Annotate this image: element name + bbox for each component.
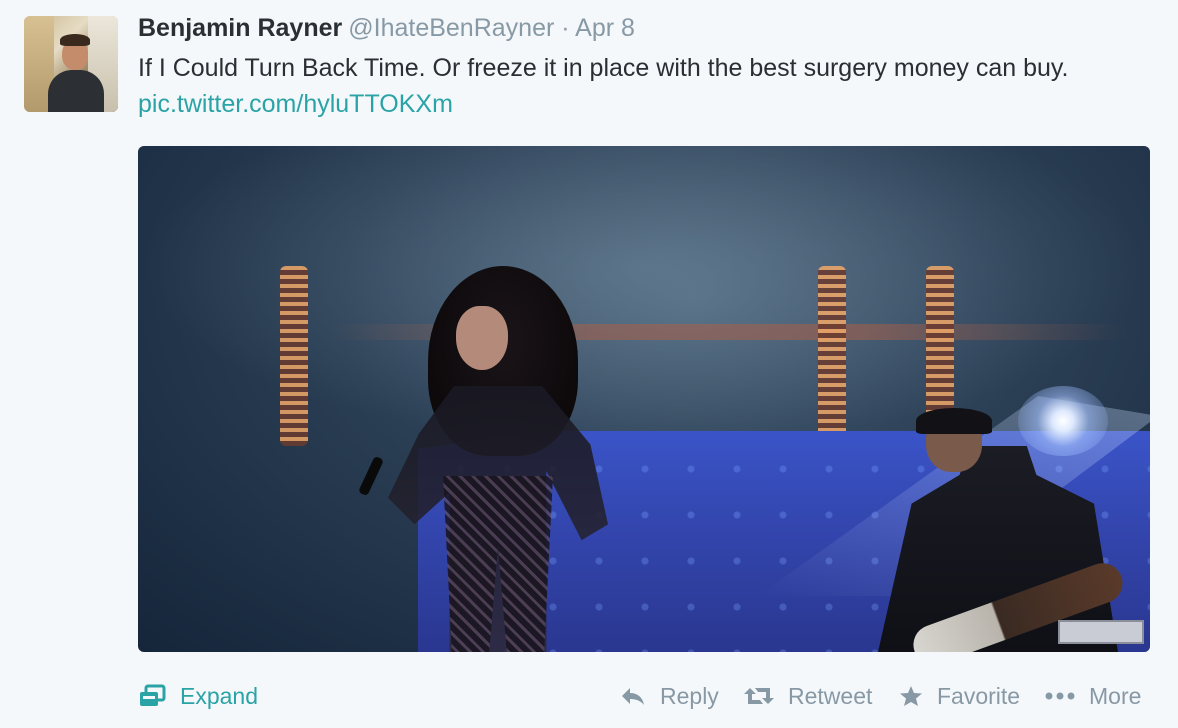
photo-stage-light bbox=[818, 266, 846, 446]
photo-performer-face bbox=[456, 306, 508, 370]
avatar-figure bbox=[48, 70, 104, 112]
tweet-text: If I Could Turn Back Time. Or freeze it … bbox=[138, 54, 1069, 82]
photo-microphone bbox=[358, 455, 384, 497]
favorite-button[interactable]: Favorite bbox=[899, 672, 1020, 720]
tweet: Benjamin Rayner @IhateBenRayner · Apr 8 I… bbox=[0, 0, 1178, 728]
tweet-actions: Expand Reply Retweet Favorite More bbox=[0, 672, 1178, 720]
photo-amp bbox=[1058, 620, 1144, 644]
reply-button[interactable]: Reply bbox=[620, 672, 719, 720]
tweet-text-container: If I Could Turn Back Time. Or freeze it … bbox=[138, 50, 1148, 122]
photo-spotlight bbox=[1018, 386, 1108, 456]
retweet-label: Retweet bbox=[788, 683, 873, 709]
star-icon bbox=[899, 685, 923, 707]
more-button[interactable]: More bbox=[1045, 672, 1141, 720]
expand-button[interactable]: Expand bbox=[138, 672, 258, 720]
author-name[interactable]: Benjamin Rayner bbox=[138, 14, 342, 42]
reply-label: Reply bbox=[660, 683, 719, 709]
avatar[interactable] bbox=[24, 16, 118, 112]
avatar-figure bbox=[60, 34, 90, 46]
media-photo[interactable] bbox=[138, 146, 1150, 652]
expand-icon bbox=[138, 684, 166, 708]
media-link[interactable]: pic.twitter.com/hyluTTOKXm bbox=[138, 90, 453, 118]
photo-guitarist-hat bbox=[916, 408, 992, 434]
photo-stage-light bbox=[280, 266, 308, 446]
retweet-button[interactable]: Retweet bbox=[744, 672, 872, 720]
author-handle[interactable]: @IhateBenRayner bbox=[348, 14, 554, 42]
expand-label: Expand bbox=[180, 683, 259, 709]
retweet-icon bbox=[744, 686, 774, 706]
favorite-label: Favorite bbox=[937, 683, 1021, 709]
reply-icon bbox=[620, 686, 646, 706]
tweet-date[interactable]: Apr 8 bbox=[575, 14, 635, 42]
separator: · bbox=[561, 14, 570, 42]
more-dots-icon bbox=[1045, 692, 1075, 700]
tweet-header: Benjamin Rayner @IhateBenRayner · Apr 8 bbox=[138, 12, 635, 44]
more-label: More bbox=[1089, 683, 1142, 709]
